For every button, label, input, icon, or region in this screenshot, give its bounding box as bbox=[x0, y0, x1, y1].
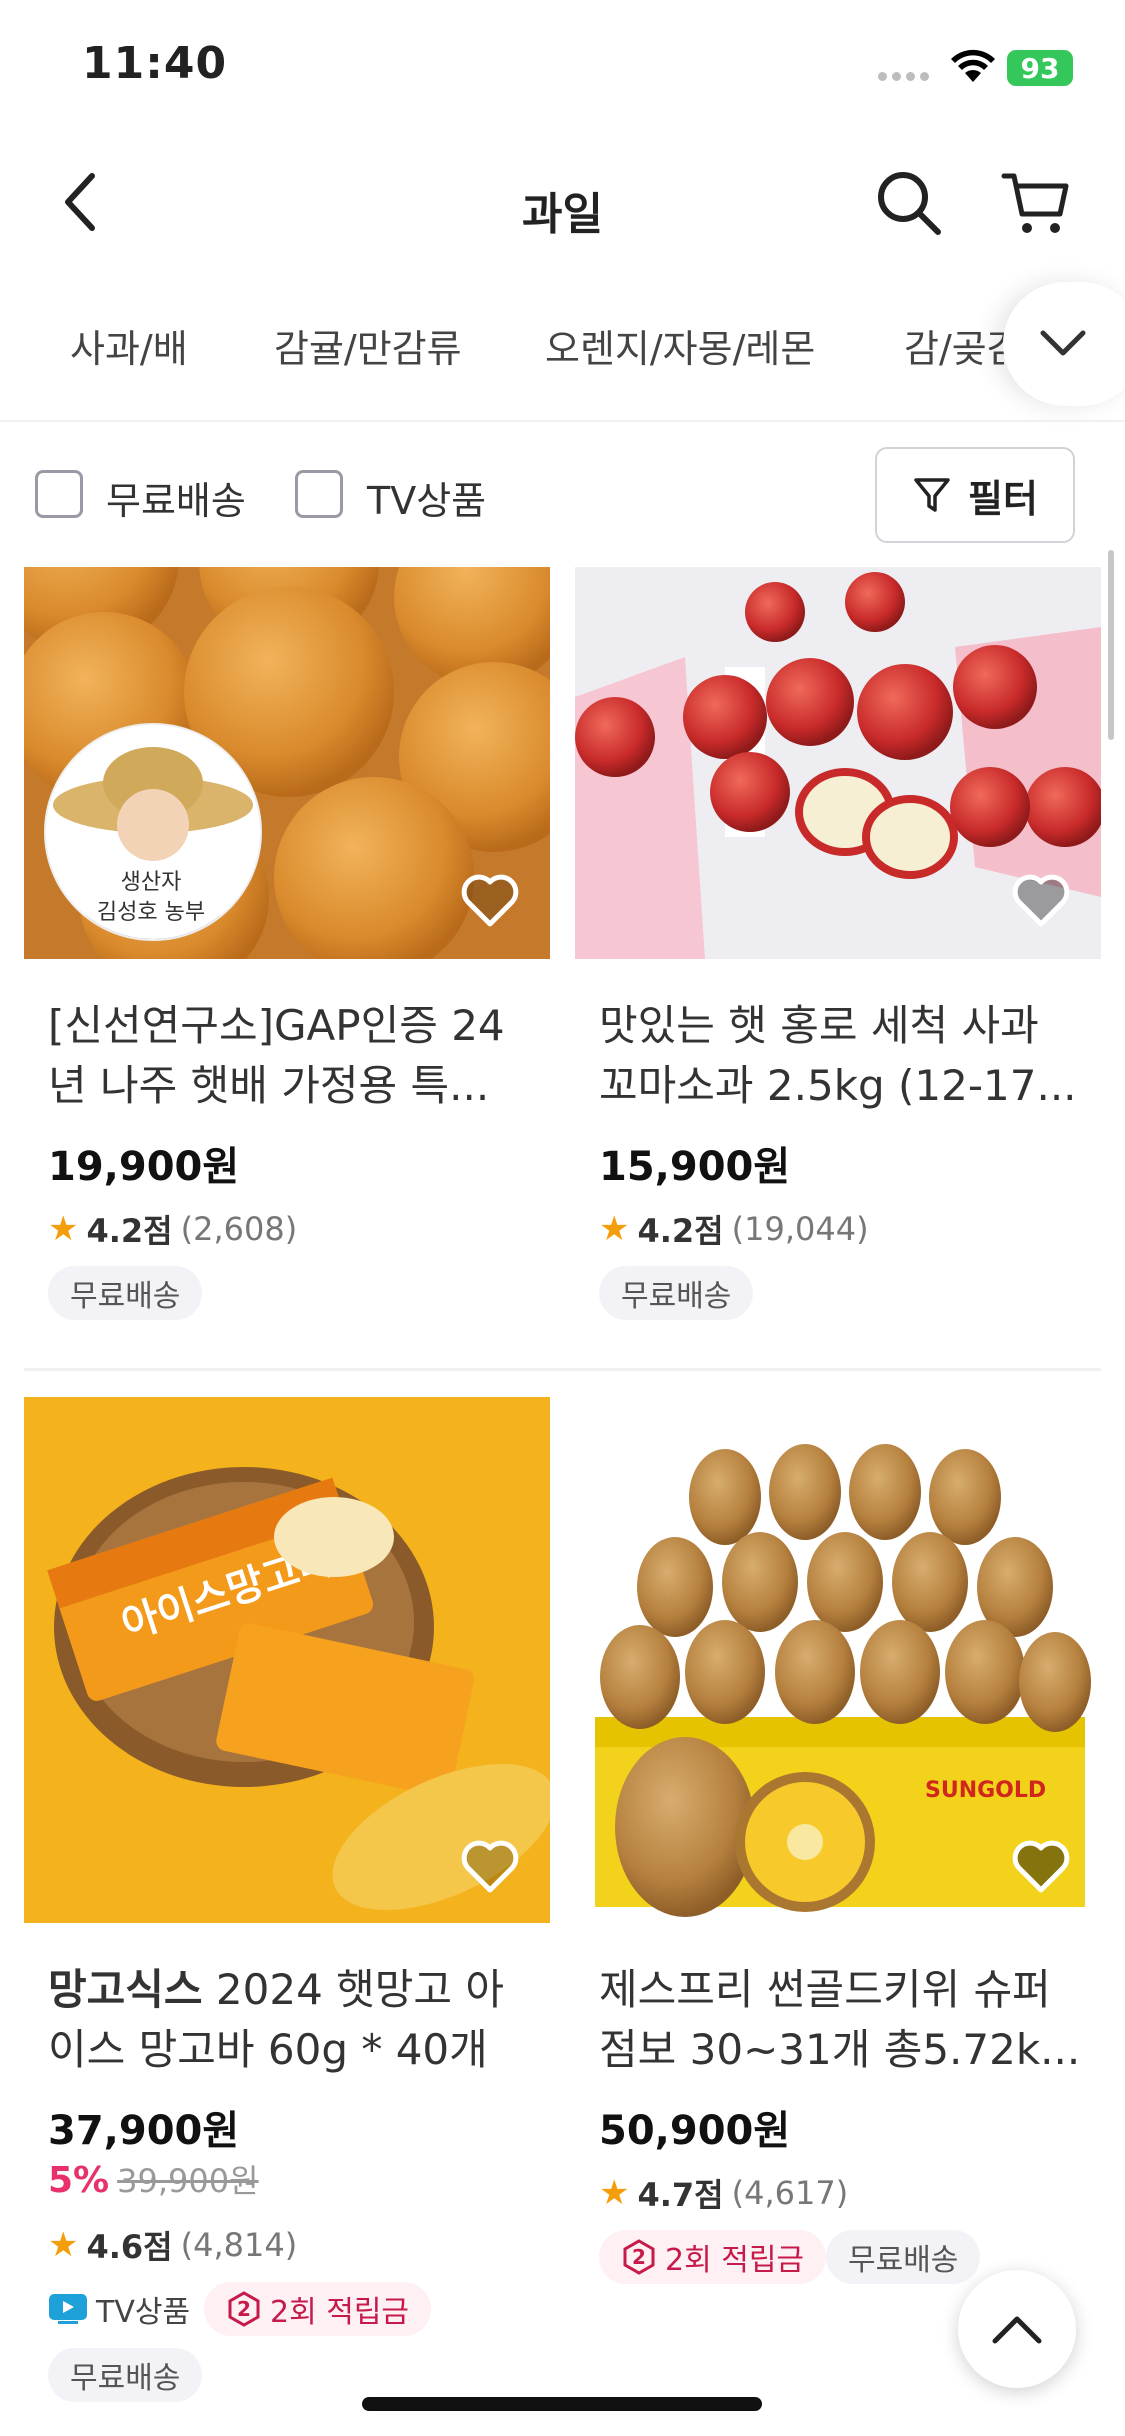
scrollbar[interactable] bbox=[1108, 550, 1114, 740]
product-rating: ★ 4.6점 (4,814) bbox=[48, 2225, 298, 2266]
free-shipping-tag: 무료배송 bbox=[826, 2230, 981, 2284]
reward-icon: 2 bbox=[228, 2291, 260, 2327]
home-indicator[interactable] bbox=[362, 2397, 762, 2411]
heart-icon[interactable] bbox=[460, 872, 520, 928]
original-price: 39,900원 bbox=[117, 2162, 259, 2200]
chevron-up-icon bbox=[992, 2316, 1042, 2344]
reward-icon: 2 bbox=[623, 2239, 655, 2275]
product-name[interactable]: 제스프리 썬골드키위 슈퍼 점보 30~31개 총5.72k... bbox=[599, 1960, 1119, 2080]
producer-title: 생산자 bbox=[120, 870, 182, 895]
filter-button[interactable]: 필터 bbox=[875, 447, 1075, 543]
product-rating: ★ 4.2점 (19,044) bbox=[599, 1209, 869, 1250]
free-shipping-tag: 무료배송 bbox=[599, 1266, 754, 1320]
cart-icon[interactable] bbox=[1000, 168, 1072, 238]
heart-icon[interactable] bbox=[460, 1838, 520, 1894]
product-price: 15,900원 bbox=[599, 1144, 791, 1190]
search-icon[interactable] bbox=[874, 168, 944, 238]
product-name[interactable]: [신선연구소]GAP인증 24 년 나주 햇배 가정용 특... bbox=[48, 996, 568, 1116]
svg-text:2: 2 bbox=[237, 2297, 251, 2321]
category-tab-citrus[interactable]: 감귤/만감류 bbox=[274, 318, 462, 373]
tv-product-checkbox[interactable] bbox=[295, 470, 343, 518]
free-shipping-tag: 무료배송 bbox=[48, 2348, 203, 2402]
tv-product-label[interactable]: TV상품 bbox=[367, 470, 486, 525]
svg-text:2: 2 bbox=[632, 2245, 646, 2269]
product-price: 37,900원 bbox=[48, 2108, 240, 2154]
kiwi-box-brand-text: SUNGOLD bbox=[925, 1778, 1046, 1803]
reward-tag: 2 2회 적립금 bbox=[204, 2282, 432, 2336]
star-icon: ★ bbox=[48, 2225, 79, 2265]
brand-name: 망고식스 bbox=[48, 1965, 203, 2014]
product-rating: ★ 4.2점 (2,608) bbox=[48, 1209, 298, 1250]
star-icon: ★ bbox=[599, 2173, 630, 2213]
cellular-signal-icon bbox=[878, 72, 929, 81]
product-name[interactable]: 망고식스 2024 햇망고 아 이스 망고바 60g * 40개 bbox=[48, 1960, 568, 2080]
category-tab-orange-grapefruit-lemon[interactable]: 오렌지/자몽/레몬 bbox=[545, 318, 815, 373]
row-separator bbox=[24, 1368, 1101, 1371]
chevron-down-icon bbox=[1040, 330, 1086, 356]
scroll-to-top-button[interactable] bbox=[958, 2270, 1076, 2388]
page-title: 과일 bbox=[522, 189, 603, 240]
tv-product-tag: TV상품 bbox=[48, 2282, 190, 2336]
heart-icon[interactable] bbox=[1011, 1838, 1071, 1894]
funnel-icon bbox=[914, 478, 950, 512]
free-shipping-checkbox[interactable] bbox=[35, 470, 83, 518]
wifi-icon bbox=[951, 49, 995, 82]
producer-label: 생산자 김성호 농부 bbox=[44, 868, 258, 928]
producer-name: 김성호 농부 bbox=[96, 900, 206, 925]
product-price: 50,900원 bbox=[599, 2108, 791, 2154]
reward-tag: 2 2회 적립금 bbox=[599, 2230, 827, 2284]
category-tab-persimmon[interactable]: 감/곶감 bbox=[904, 318, 1004, 373]
star-icon: ★ bbox=[599, 1209, 630, 1249]
free-shipping-label[interactable]: 무료배송 bbox=[106, 470, 246, 525]
heart-icon[interactable] bbox=[1011, 872, 1071, 928]
product-name[interactable]: 맛있는 햇 홍로 세척 사과 꼬마소과 2.5kg (12-17... bbox=[599, 996, 1119, 1116]
status-time: 11:40 bbox=[82, 38, 228, 89]
discount-percent: 5% bbox=[48, 2160, 110, 2201]
filter-label: 필터 bbox=[968, 476, 1038, 521]
free-shipping-tag: 무료배송 bbox=[48, 1266, 203, 1320]
battery-indicator: 93 bbox=[1007, 50, 1073, 86]
product-rating: ★ 4.7점 (4,617) bbox=[599, 2173, 849, 2214]
star-icon: ★ bbox=[48, 1209, 79, 1249]
discount-row: 5% 39,900원 bbox=[48, 2156, 259, 2202]
tv-icon bbox=[49, 2294, 87, 2324]
category-expand-button[interactable] bbox=[1003, 282, 1125, 406]
category-tab-apple-pear[interactable]: 사과/배 bbox=[70, 318, 188, 373]
tab-divider bbox=[0, 420, 1125, 422]
product-price: 19,900원 bbox=[48, 1144, 240, 1190]
